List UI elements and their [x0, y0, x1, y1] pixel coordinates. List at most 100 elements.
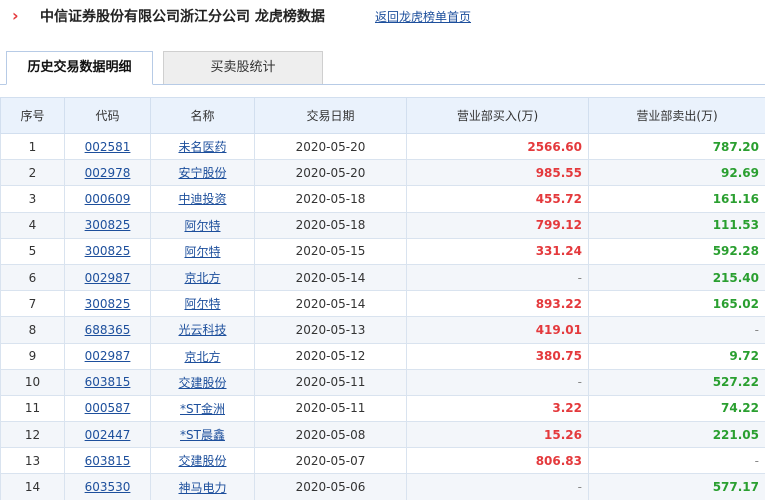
cell-sell: 111.53	[588, 211, 765, 239]
stock-code-link[interactable]: 002447	[85, 428, 131, 442]
cell-code: 002978	[64, 159, 151, 187]
cell-buy: 3.22	[406, 394, 589, 423]
table-row: 7 300825 阿尔特 2020-05-14 893.22 165.02	[0, 290, 765, 318]
cell-code: 002447	[64, 421, 151, 449]
trade-table: 序号 代码 名称 交易日期 营业部买入(万) 营业部卖出(万) 1 002581 未…	[0, 97, 765, 500]
cell-name: 神马电力	[150, 473, 255, 500]
cell-name: 阿尔特	[150, 237, 255, 265]
cell-name: 未名医药	[150, 132, 255, 161]
cell-no: 6	[0, 263, 65, 292]
cell-no: 1	[0, 132, 65, 161]
cell-sell: 74.22	[588, 394, 765, 423]
table-row: 2 002978 安宁股份 2020-05-20 985.55 92.69	[0, 159, 765, 187]
cell-code: 002987	[64, 263, 151, 292]
cell-sell: 592.28	[588, 237, 765, 265]
stock-code-link[interactable]: 300825	[85, 297, 131, 311]
cell-sell: 161.16	[588, 185, 765, 213]
stock-name-link[interactable]: *ST晨鑫	[180, 428, 225, 442]
stock-name-link[interactable]: *ST金洲	[180, 402, 225, 416]
stock-code-link[interactable]: 603815	[85, 454, 131, 468]
stock-name-link[interactable]: 光云科技	[178, 323, 226, 337]
cell-buy: -	[406, 263, 589, 292]
cell-no: 11	[0, 394, 65, 423]
cell-sell: 9.72	[588, 342, 765, 370]
cell-date: 2020-05-06	[254, 473, 407, 500]
stock-name-link[interactable]: 阿尔特	[184, 245, 220, 259]
cell-buy: 2566.60	[406, 132, 589, 161]
column-header-sell: 营业部卖出(万)	[588, 97, 765, 134]
cell-no: 12	[0, 421, 65, 449]
table-row: 10 603815 交建股份 2020-05-11-527.22	[0, 368, 765, 396]
cell-buy: 799.12	[406, 211, 589, 239]
cell-code: 000609	[64, 185, 151, 213]
stock-name-link[interactable]: 未名医药	[178, 140, 226, 154]
cell-no: 7	[0, 290, 65, 318]
cell-buy: 893.22	[406, 290, 589, 318]
cell-buy: 419.01	[406, 316, 589, 344]
stock-name-link[interactable]: 阿尔特	[184, 219, 220, 233]
column-header-buy: 营业部买入(万)	[406, 97, 589, 134]
stock-code-link[interactable]: 300825	[85, 218, 131, 232]
table-row: 5 300825 阿尔特 2020-05-15 331.24 592.28	[0, 237, 765, 265]
stock-name-link[interactable]: 京北方	[184, 271, 220, 285]
stock-code-link[interactable]: 000587	[85, 401, 131, 415]
cell-date: 2020-05-14	[254, 290, 407, 318]
cell-sell: 787.20	[588, 132, 765, 161]
stock-name-link[interactable]: 交建股份	[178, 376, 226, 390]
stock-code-link[interactable]: 603530	[85, 480, 131, 494]
cell-date: 2020-05-12	[254, 342, 407, 370]
cell-code: 300825	[64, 290, 151, 318]
stock-code-link[interactable]: 300825	[85, 244, 131, 258]
tab-stock-statistics[interactable]: 买卖股统计	[163, 51, 323, 84]
stock-code-link[interactable]: 000609	[85, 192, 131, 206]
cell-date: 2020-05-15	[254, 237, 407, 265]
cell-code: 002987	[64, 342, 151, 370]
column-header-date: 交易日期	[254, 97, 407, 134]
cell-date: 2020-05-18	[254, 211, 407, 239]
page-title: 中信证券股份有限公司浙江分公司 龙虎榜数据	[40, 9, 325, 25]
cell-code: 603815	[64, 368, 151, 396]
cell-date: 2020-05-20	[254, 132, 407, 161]
table-row: 6 002987 京北方 2020-05-14-215.40	[0, 263, 765, 292]
stock-name-link[interactable]: 安宁股份	[178, 166, 226, 180]
page-header: › 中信证券股份有限公司浙江分公司 龙虎榜数据 返回龙虎榜单首页	[0, 0, 765, 36]
cell-buy: 455.72	[406, 185, 589, 213]
table-row: 13 603815 交建股份 2020-05-07 806.83-	[0, 447, 765, 475]
cell-date: 2020-05-11	[254, 394, 407, 423]
tab-history-detail[interactable]: 历史交易数据明细	[6, 51, 153, 85]
stock-name-link[interactable]: 阿尔特	[184, 297, 220, 311]
cell-sell: -	[588, 316, 765, 344]
cell-code: 300825	[64, 211, 151, 239]
cell-no: 10	[0, 368, 65, 396]
cell-code: 002581	[64, 132, 151, 161]
back-to-home-link[interactable]: 返回龙虎榜单首页	[375, 10, 471, 24]
cell-code: 688365	[64, 316, 151, 344]
table-body: 1 002581 未名医药 2020-05-20 2566.60 787.20 2 00297…	[0, 132, 765, 500]
cell-no: 3	[0, 185, 65, 213]
table-row: 3 000609 中迪投资 2020-05-18 455.72 161.16	[0, 185, 765, 213]
cell-no: 8	[0, 316, 65, 344]
stock-name-link[interactable]: 神马电力	[178, 481, 226, 495]
cell-name: 京北方	[150, 263, 255, 292]
cell-date: 2020-05-11	[254, 368, 407, 396]
stock-code-link[interactable]: 603815	[85, 375, 131, 389]
cell-name: 安宁股份	[150, 159, 255, 187]
cell-code: 603815	[64, 447, 151, 475]
table-row: 12 002447 *ST晨鑫 2020-05-08 15.26 221.05	[0, 421, 765, 449]
stock-name-link[interactable]: 交建股份	[178, 454, 226, 468]
cell-no: 2	[0, 159, 65, 187]
stock-code-link[interactable]: 002581	[85, 140, 131, 154]
cell-no: 9	[0, 342, 65, 370]
cell-no: 13	[0, 447, 65, 475]
stock-code-link[interactable]: 002987	[85, 271, 131, 285]
stock-name-link[interactable]: 中迪投资	[178, 192, 226, 206]
stock-code-link[interactable]: 688365	[85, 323, 131, 337]
stock-code-link[interactable]: 002987	[85, 349, 131, 363]
table-row: 1 002581 未名医药 2020-05-20 2566.60 787.20	[0, 132, 765, 161]
stock-name-link[interactable]: 京北方	[184, 350, 220, 364]
table-row: 8 688365 光云科技 2020-05-13 419.01-	[0, 316, 765, 344]
cell-sell: 577.17	[588, 473, 765, 500]
cell-sell: -	[588, 447, 765, 475]
chevron-right-icon: ›	[12, 6, 19, 25]
stock-code-link[interactable]: 002978	[85, 166, 131, 180]
